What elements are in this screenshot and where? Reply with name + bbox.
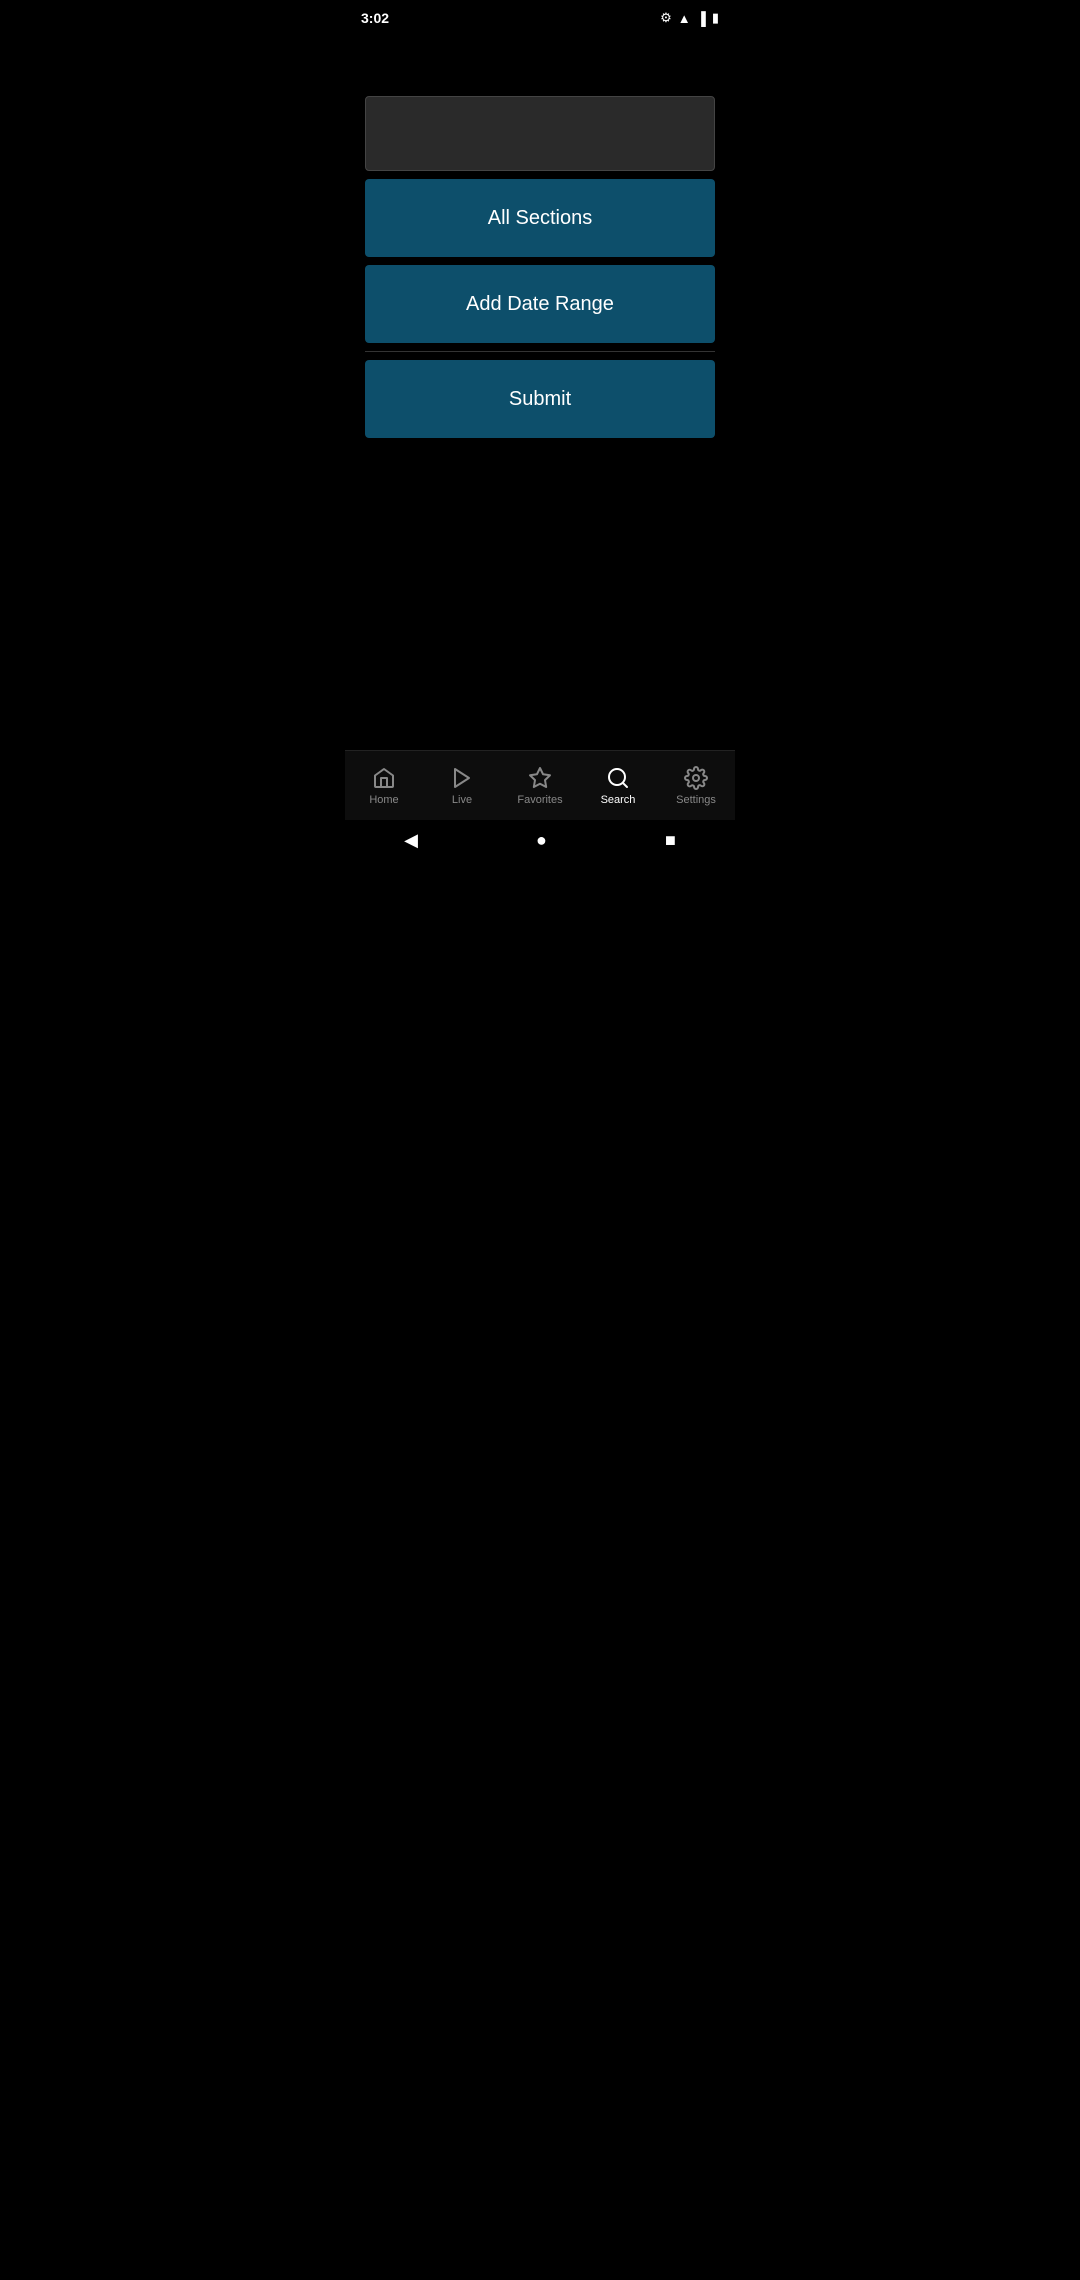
- nav-item-live[interactable]: Live: [423, 758, 501, 814]
- nav-item-home[interactable]: Home: [345, 758, 423, 814]
- signal-icon: ▐: [697, 11, 706, 26]
- status-time: 3:02: [361, 10, 389, 26]
- submit-button[interactable]: Submit: [365, 360, 715, 438]
- status-icons: ⚙ ▲ ▐ ▮: [660, 10, 719, 26]
- system-nav: ◀ ● ■: [345, 820, 735, 860]
- wifi-icon: ▲: [678, 11, 691, 26]
- nav-label-live: Live: [452, 794, 472, 806]
- nav-item-favorites[interactable]: Favorites: [501, 758, 579, 814]
- battery-icon: ▮: [712, 10, 719, 26]
- home-button[interactable]: ●: [516, 822, 567, 859]
- nav-label-home: Home: [369, 794, 398, 806]
- status-bar: 3:02 ⚙ ▲ ▐ ▮: [345, 0, 735, 36]
- nav-label-favorites: Favorites: [517, 794, 562, 806]
- home-icon: [372, 766, 396, 790]
- divider: [365, 351, 715, 352]
- nav-item-settings[interactable]: Settings: [657, 758, 735, 814]
- nav-label-settings: Settings: [676, 794, 716, 806]
- star-icon: [528, 766, 552, 790]
- live-icon: [450, 766, 474, 790]
- search-icon: [606, 766, 630, 790]
- search-input[interactable]: [365, 96, 715, 171]
- settings-icon: [684, 766, 708, 790]
- all-sections-button[interactable]: All Sections: [365, 179, 715, 257]
- nav-item-search[interactable]: Search: [579, 758, 657, 814]
- nav-label-search: Search: [601, 794, 636, 806]
- gear-icon: ⚙: [660, 10, 672, 26]
- back-button[interactable]: ◀: [384, 822, 438, 859]
- bottom-nav: Home Live Favorites Search Settings: [345, 750, 735, 820]
- main-content: All Sections Add Date Range Submit: [345, 36, 735, 466]
- recents-button[interactable]: ■: [645, 822, 696, 859]
- add-date-range-button[interactable]: Add Date Range: [365, 265, 715, 343]
